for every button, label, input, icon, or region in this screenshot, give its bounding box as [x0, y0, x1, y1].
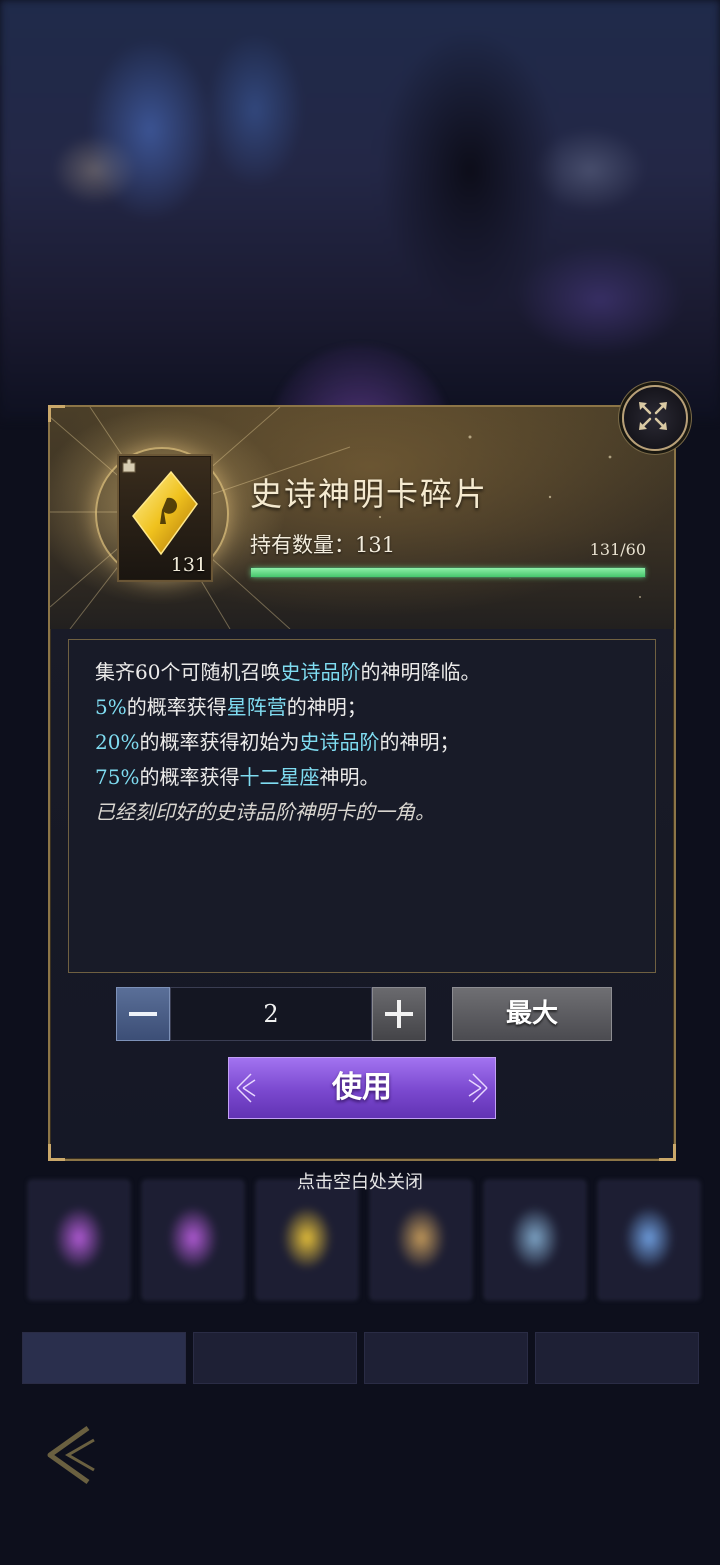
background-card: [28, 1180, 130, 1300]
description-line: 5%的概率获得星阵营的神明；: [95, 695, 367, 719]
max-quantity-button[interactable]: 最大: [452, 987, 612, 1041]
background-card: [142, 1180, 244, 1300]
item-count-badge: 131: [170, 554, 207, 576]
progress-bar-fill: [251, 568, 645, 577]
close-button[interactable]: [622, 385, 688, 451]
use-button[interactable]: 使用: [228, 1057, 496, 1119]
minus-icon: [129, 1012, 157, 1016]
background-tab: [193, 1332, 357, 1384]
item-title: 史诗神明卡碎片: [250, 475, 489, 513]
use-button-label: 使用: [332, 1070, 392, 1105]
background-card: [256, 1180, 358, 1300]
tap-to-close-hint[interactable]: 点击空白处关闭: [0, 1168, 720, 1194]
button-ornament-left: [236, 1073, 256, 1103]
quantity-input[interactable]: 2: [170, 987, 372, 1041]
progress-text: 131/60: [589, 540, 646, 559]
frame-corner: [48, 405, 65, 422]
dialog-header: 131 史诗神明卡碎片 持有数量：131 131/60: [50, 407, 674, 629]
back-arrow-icon: [47, 1425, 95, 1485]
increase-quantity-button[interactable]: [372, 987, 426, 1041]
frame-corner: [659, 1144, 676, 1161]
background-card: [370, 1180, 472, 1300]
progress-bar: [250, 567, 646, 578]
description-line: 20%的概率获得初始为史诗品阶的神明；: [95, 730, 460, 754]
owned-quantity-label: 持有数量：131: [250, 533, 396, 557]
background-card: [484, 1180, 586, 1300]
description-panel: 集齐60个可随机召唤史诗品阶的神明降临。 5%的概率获得星阵营的神明； 20%的…: [68, 639, 656, 973]
background-card-row: [20, 1180, 700, 1300]
background-tab-bar: [22, 1332, 699, 1384]
frame-corner: [48, 1144, 65, 1161]
description-line: 75%的概率获得十二星座神明。: [95, 765, 380, 789]
background-card: [598, 1180, 700, 1300]
fragment-icon: [132, 470, 198, 556]
background-tab: [22, 1332, 186, 1384]
decrease-quantity-button[interactable]: [116, 987, 170, 1041]
flavor-text: 已经刻印好的史诗品阶神明卡的一角。: [95, 800, 435, 824]
description-line: 集齐60个可随机召唤史诗品阶的神明降临。: [95, 660, 481, 684]
item-icon-frame: 131: [117, 454, 213, 582]
background-tab: [364, 1332, 528, 1384]
button-ornament-right: [468, 1073, 488, 1103]
close-icon: [639, 402, 667, 430]
background-tab: [535, 1332, 699, 1384]
item-detail-dialog: 131 史诗神明卡碎片 持有数量：131 131/60 集齐60个可随机召唤史诗…: [48, 385, 688, 1161]
